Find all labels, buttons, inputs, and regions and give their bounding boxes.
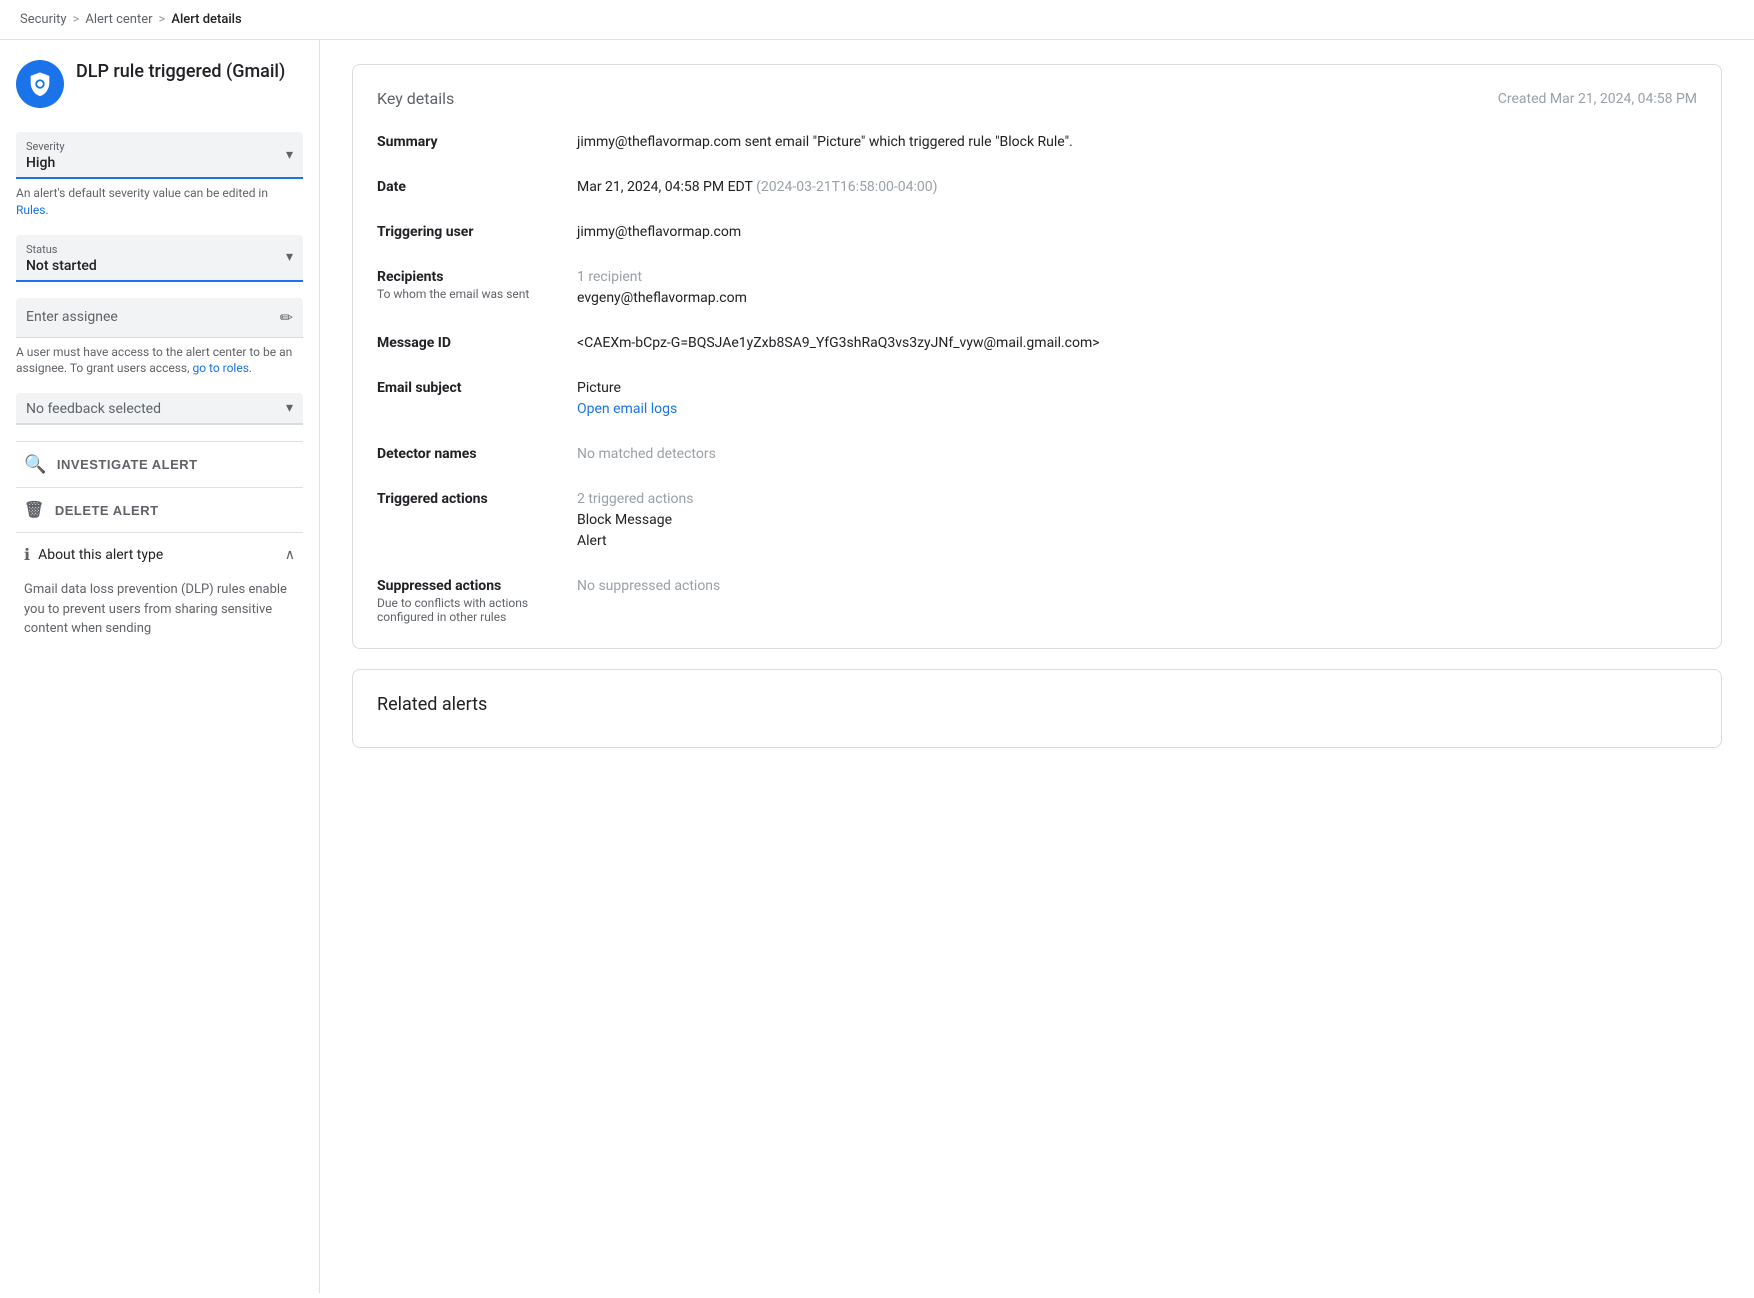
assignee-helper: A user must have access to the alert cen… [16, 344, 303, 378]
breadcrumb-alert-details: Alert details [171, 12, 241, 27]
status-value: Not started [26, 258, 293, 274]
severity-label: Severity [26, 140, 293, 153]
related-alerts-title: Related alerts [377, 694, 1697, 715]
created-date: Created Mar 21, 2024, 04:58 PM [1498, 91, 1697, 107]
sidebar-header: DLP rule triggered (Gmail) [16, 60, 303, 108]
about-title: About this alert type [38, 547, 163, 563]
email-subject-label: Email subject [377, 378, 577, 396]
recipients-label: Recipients To whom the email was sent [377, 267, 577, 301]
content-area: Key details Created Mar 21, 2024, 04:58 … [320, 40, 1754, 1293]
search-icon: 🔍 [24, 454, 47, 475]
feedback-dropdown[interactable]: No feedback selected ▾ [16, 393, 303, 425]
email-subject-value: Picture Open email logs [577, 378, 1697, 420]
triggered-actions-value: 2 triggered actions Block Message Alert [577, 489, 1697, 552]
triggered-action-2: Alert [577, 533, 607, 549]
status-dropdown-arrow: ▾ [286, 249, 293, 265]
triggering-user-value: jimmy@theflavormap.com [577, 222, 1697, 243]
breadcrumb-alert-center[interactable]: Alert center [85, 12, 152, 27]
severity-helper: An alert's default severity value can be… [16, 185, 303, 219]
chevron-up-icon: ∧ [285, 547, 295, 563]
status-dropdown[interactable]: Status Not started ▾ [16, 235, 303, 282]
breadcrumb-sep-1: > [73, 12, 80, 27]
recipients-sub-label: To whom the email was sent [377, 287, 577, 301]
triggering-user-label: Triggering user [377, 222, 577, 240]
date-iso: (2024-03-21T16:58:00-04:00) [756, 179, 937, 195]
feedback-dropdown-arrow: ▾ [286, 400, 293, 416]
detector-names-label: Detector names [377, 444, 577, 462]
sidebar-title: DLP rule triggered (Gmail) [76, 60, 285, 83]
breadcrumb-security[interactable]: Security [20, 12, 67, 27]
suppressed-actions-label: Suppressed actions Due to conflicts with… [377, 576, 577, 624]
delete-alert-label: DELETE ALERT [55, 503, 159, 518]
assignee-section: Enter assignee ✏ A user must have access… [16, 298, 303, 378]
open-email-logs-link[interactable]: Open email logs [577, 401, 677, 417]
card-title: Key details [377, 89, 454, 108]
key-details-card: Key details Created Mar 21, 2024, 04:58 … [352, 64, 1722, 649]
summary-value: jimmy@theflavormap.com sent email "Pictu… [577, 132, 1697, 153]
feedback-section: No feedback selected ▾ [16, 393, 303, 425]
message-id-label: Message ID [377, 333, 577, 351]
severity-dropdown[interactable]: Severity High ▾ [16, 132, 303, 179]
severity-section: Severity High ▾ An alert's default sever… [16, 132, 303, 219]
investigate-alert-button[interactable]: 🔍 INVESTIGATE ALERT [16, 441, 303, 487]
investigate-alert-label: INVESTIGATE ALERT [57, 457, 198, 472]
recipients-count: 1 recipient [577, 267, 1697, 288]
assignee-placeholder: Enter assignee [26, 309, 118, 325]
sidebar: DLP rule triggered (Gmail) Severity High… [0, 40, 320, 1293]
date-value: Mar 21, 2024, 04:58 PM EDT (2024-03-21T1… [577, 177, 1697, 198]
card-header: Key details Created Mar 21, 2024, 04:58 … [377, 89, 1697, 108]
status-section: Status Not started ▾ [16, 235, 303, 282]
suppressed-actions-sub: Due to conflicts with actions configured… [377, 596, 577, 624]
about-content: Gmail data loss prevention (DLP) rules e… [16, 576, 303, 651]
breadcrumb-sep-2: > [159, 12, 166, 27]
severity-rules-link[interactable]: Rules [16, 203, 45, 217]
triggered-action-1: Block Message [577, 512, 672, 528]
severity-dropdown-arrow: ▾ [286, 147, 293, 163]
details-grid: Summary jimmy@theflavormap.com sent emai… [377, 132, 1697, 624]
breadcrumb: Security > Alert center > Alert details [0, 0, 1754, 40]
dlp-shield-icon [16, 60, 64, 108]
info-icon: ℹ [24, 545, 30, 564]
status-label: Status [26, 243, 293, 256]
triggered-actions-count: 2 triggered actions [577, 491, 694, 507]
triggered-actions-label: Triggered actions [377, 489, 577, 507]
about-header-left: ℹ About this alert type [24, 545, 163, 564]
edit-icon: ✏ [280, 308, 293, 327]
delete-alert-button[interactable]: 🗑 DELETE ALERT [16, 487, 303, 532]
summary-label: Summary [377, 132, 577, 150]
recipients-value: 1 recipient evgeny@theflavormap.com [577, 267, 1697, 309]
go-to-roles-link[interactable]: go to roles [192, 361, 248, 375]
feedback-value: No feedback selected [26, 401, 293, 417]
suppressed-actions-value: No suppressed actions [577, 576, 1697, 624]
main-layout: DLP rule triggered (Gmail) Severity High… [0, 40, 1754, 1293]
about-section: ℹ About this alert type ∧ Gmail data los… [16, 532, 303, 651]
severity-value: High [26, 155, 293, 171]
assignee-field[interactable]: Enter assignee ✏ [16, 298, 303, 338]
date-label: Date [377, 177, 577, 195]
detector-names-value: No matched detectors [577, 444, 1697, 465]
related-alerts-card: Related alerts [352, 669, 1722, 748]
message-id-value: <CAEXm-bCpz-G=BQSJAe1yZxb8SA9_YfG3shRaQ3… [577, 333, 1697, 354]
trash-icon: 🗑 [24, 500, 45, 520]
about-header[interactable]: ℹ About this alert type ∧ [16, 533, 303, 576]
